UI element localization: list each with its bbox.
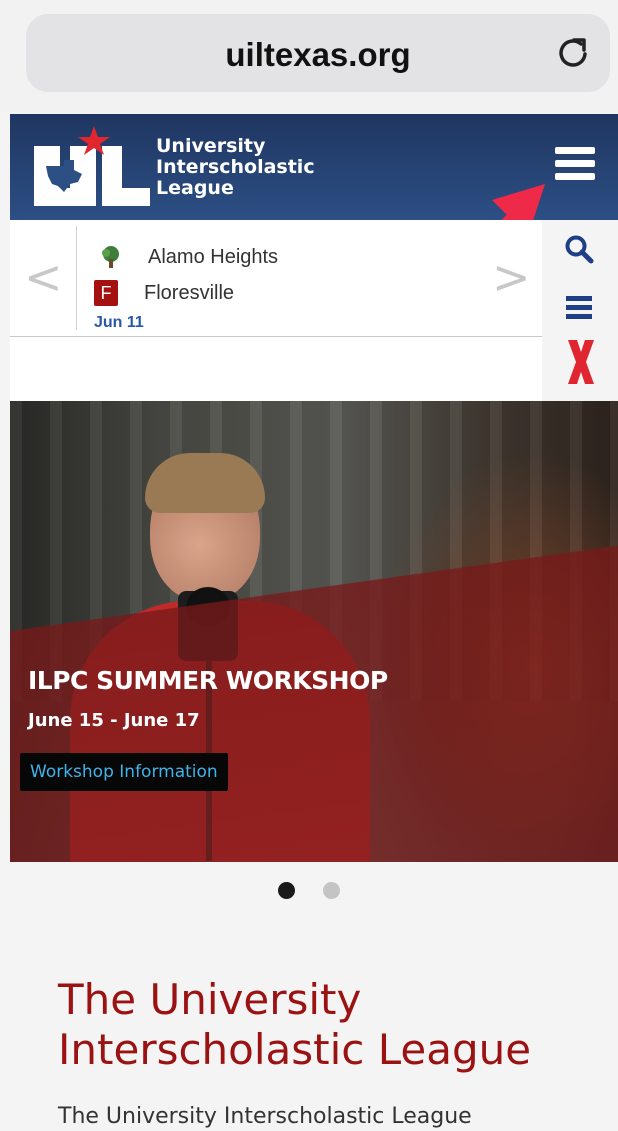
carousel-dot-2[interactable] <box>323 882 341 899</box>
divider <box>76 226 77 330</box>
hero-overlay <box>10 401 618 862</box>
browser-toolbar: uiltexas.org <box>0 0 618 112</box>
team-row-2: F Floresville <box>94 278 234 308</box>
tree-logo-icon <box>102 246 119 268</box>
about-title: The University Interscholastic League <box>58 975 532 1074</box>
scores-ticker: < Alamo Heights F Floresville Jun 11 > <box>10 220 542 337</box>
carousel-dot-1[interactable] <box>277 882 295 899</box>
close-x-icon[interactable] <box>566 338 596 386</box>
team-badge-icon: F <box>94 280 118 306</box>
hero-date: June 15 - June 17 <box>28 710 200 731</box>
game-date: Jun 11 <box>94 314 144 331</box>
team-name-2: Floresville <box>144 281 235 304</box>
logo-line-3: League <box>156 177 234 199</box>
hero-slide[interactable]: ILPC SUMMER WORKSHOP June 15 - June 17 W… <box>10 401 618 862</box>
hamburger-menu-icon[interactable] <box>555 147 595 183</box>
search-icon[interactable] <box>564 234 594 264</box>
side-toolbar <box>542 220 618 396</box>
prev-score-button[interactable]: < <box>24 250 63 304</box>
next-score-button[interactable]: > <box>492 250 531 304</box>
team-row-1: Alamo Heights <box>94 242 278 272</box>
hero-title: ILPC SUMMER WORKSHOP <box>28 666 388 695</box>
about-body: The University Interscholastic League <box>58 1104 472 1129</box>
logo-line-2: Interscholastic <box>156 156 315 178</box>
menu-icon[interactable] <box>566 296 592 323</box>
uil-logo[interactable] <box>34 126 152 208</box>
logo-text: University Interscholastic League <box>156 136 315 199</box>
team-name-1: Alamo Heights <box>148 245 279 268</box>
logo-line-1: University <box>156 135 266 157</box>
reload-icon[interactable] <box>554 34 592 72</box>
workshop-info-button[interactable]: Workshop Information <box>20 753 228 791</box>
address-bar[interactable]: uiltexas.org <box>26 14 610 92</box>
url-text[interactable]: uiltexas.org <box>26 36 610 74</box>
carousel-dots <box>0 882 618 904</box>
spacer <box>10 337 542 401</box>
